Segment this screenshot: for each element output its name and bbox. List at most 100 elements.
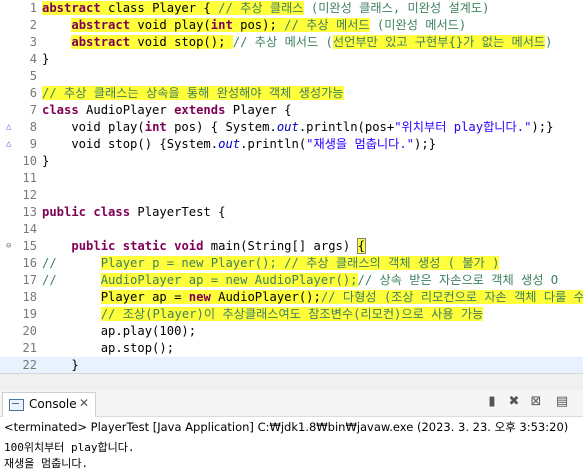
code-line[interactable]: 18 Player ap = new AudioPlayer();// 다형성 … [0, 289, 583, 306]
code-token: { [356, 238, 366, 254]
code-line[interactable]: 2 abstract void play(int pos); // 추상 메서드… [0, 17, 583, 34]
code-text: void play(int pos) { System.out.println(… [42, 119, 553, 136]
line-number: 18 [22, 290, 37, 304]
code-line[interactable]: 8 △ void play(int pos) { System.out.print… [0, 119, 583, 136]
line-number: 20 [22, 324, 37, 338]
code-line[interactable]: 4} [0, 51, 583, 68]
code-line[interactable]: 5 [0, 68, 583, 85]
code-line[interactable]: 10} [0, 153, 583, 170]
code-token: AudioPlayer(); [210, 290, 321, 304]
console-tab[interactable]: Console ✕ [2, 392, 96, 417]
code-editor[interactable]: 1 abstract class Player { // 추상 클래스 (미완성 … [0, 0, 583, 373]
override-marker-icon: △ [6, 122, 12, 132]
line-number: 19 [22, 307, 37, 321]
code-token: new [188, 290, 211, 304]
code-text: // AudioPlayer ap = new AudioPlayer();//… [42, 272, 558, 289]
override-marker-icon: △ [6, 139, 12, 149]
code-token: // 상속 받은 자손으로 객체 생성 O [357, 273, 559, 287]
code-line[interactable]: 3 abstract void stop(); // 추상 메서드 (선언부만 … [0, 34, 583, 51]
line-number: 4 [29, 52, 37, 66]
code-line[interactable]: 22 } [0, 357, 583, 373]
code-token: 추상 클래스 [240, 1, 304, 15]
code-token: 선언부만 있고 구현부{}가 없는 메서드 [332, 35, 546, 49]
line-number: 13 [22, 205, 37, 219]
code-text: abstract void play(int pos); // 추상 메서드 (… [42, 17, 466, 34]
code-line[interactable]: 16 // Player p = new Player(); // 추상 클래스의… [0, 255, 583, 272]
line-number: 14 [22, 222, 37, 236]
code-token: public [42, 205, 87, 219]
code-line[interactable]: 19 // 조상(Player)이 추상클래스여도 참조변수(리모컨)으로 사용… [0, 306, 583, 323]
fold-collapse-icon[interactable]: ⊖ [6, 242, 11, 251]
console-icon [9, 399, 24, 411]
code-line[interactable]: 15 ⊖ public static void main(String[] arg… [0, 238, 583, 255]
line-number: 22 [22, 358, 37, 372]
code-token: void play( [42, 120, 145, 134]
code-text: ap.play(100); [42, 323, 196, 340]
code-line[interactable]: 1 abstract class Player { // 추상 클래스 (미완성 … [0, 0, 583, 17]
code-token: .println(pos+ [298, 120, 395, 134]
code-token: ap.play(100); [42, 324, 197, 338]
code-token: Player p = new Player(); // 추상 클래스의 객체 생… [100, 256, 500, 270]
code-token: "위치부터 play합니다." [394, 120, 532, 134]
code-text: } [42, 357, 78, 373]
remove-launch-icon[interactable]: ▮ [484, 394, 500, 410]
code-line[interactable]: 20 ap.play(100); [0, 323, 583, 340]
line-number: 7 [29, 103, 37, 117]
code-token: // [284, 18, 307, 32]
code-line[interactable]: 7 class AudioPlayer extends Player { [0, 102, 583, 119]
code-token: );} [531, 120, 554, 134]
code-token: // 추상 클래스는 상속을 통해 완성해야 객체 생성가능 [42, 86, 344, 100]
code-token: out [276, 120, 299, 134]
code-token: extends [174, 103, 226, 117]
line-number: 11 [22, 171, 37, 185]
pin-icon[interactable]: ⊠ [528, 394, 544, 410]
code-token: PlayerTest { [130, 205, 226, 219]
code-line[interactable]: 11 [0, 170, 583, 187]
line-number: 2 [29, 18, 37, 32]
scroll-lock-icon[interactable]: ▤ [554, 394, 570, 410]
console-panel: Console ✕ ▮ ✖ ⊠ ▤ <terminated> PlayerTes… [0, 373, 583, 473]
line-number: 1 [29, 1, 37, 15]
close-icon[interactable]: ✕ [79, 396, 89, 410]
line-number: 16 [22, 256, 37, 270]
code-token: class [42, 103, 79, 117]
code-token: ) [545, 35, 553, 49]
code-token: (미완성 클래스, 미완성 설계도) [303, 1, 490, 15]
code-token: // 추상 메서드 ( [232, 35, 333, 49]
console-tab-label: Console [29, 397, 77, 411]
code-line[interactable]: 12 [0, 187, 583, 204]
code-text: class AudioPlayer extends Player { [42, 102, 292, 119]
code-token: class [93, 205, 131, 219]
code-token: pos) { System. [166, 120, 277, 134]
console-output-line: 100위치부터 play합니다. [4, 441, 135, 454]
code-line[interactable]: 14 [0, 221, 583, 238]
code-token: Player ap = [100, 290, 189, 304]
code-text: } [42, 51, 49, 68]
code-token: 추상 메서드 [306, 18, 370, 32]
console-status: <terminated> PlayerTest [Java Applicatio… [4, 420, 569, 434]
code-line[interactable]: 9 △ void stop() {System.out.println("재생을 … [0, 136, 583, 153]
code-line[interactable]: 13 public class PlayerTest { [0, 204, 583, 221]
code-text: public static void main(String[] args) { [42, 238, 366, 255]
code-line[interactable]: 17 // AudioPlayer ap = new AudioPlayer();… [0, 272, 583, 289]
code-text: abstract class Player { // 추상 클래스 (미완성 클… [42, 0, 489, 17]
code-token: main(String[] args) [203, 239, 358, 253]
code-text: abstract void stop(); // 추상 메서드 (선언부만 있고… [42, 34, 552, 51]
console-output-line: 재생을 멈춥니다. [4, 457, 89, 470]
code-token: public [71, 239, 116, 253]
code-token: // 조상(Player)이 추상클래스여도 참조변수(리모컨)으로 사용 가능 [100, 307, 484, 321]
remove-all-icon[interactable]: ✖ [506, 394, 522, 410]
code-token: void stop(); [130, 35, 233, 49]
code-token: out [218, 137, 241, 151]
line-number: 12 [22, 188, 37, 202]
code-token: void play( [130, 18, 211, 32]
code-text: public class PlayerTest { [42, 204, 225, 221]
code-line[interactable]: 6 // 추상 클래스는 상속을 통해 완성해야 객체 생성가능 [0, 85, 583, 102]
code-text: void stop() {System.out.println("재생을 멈춥니… [42, 136, 436, 153]
code-line[interactable]: 21 ap.stop(); [0, 340, 583, 357]
line-number: 21 [22, 341, 37, 355]
